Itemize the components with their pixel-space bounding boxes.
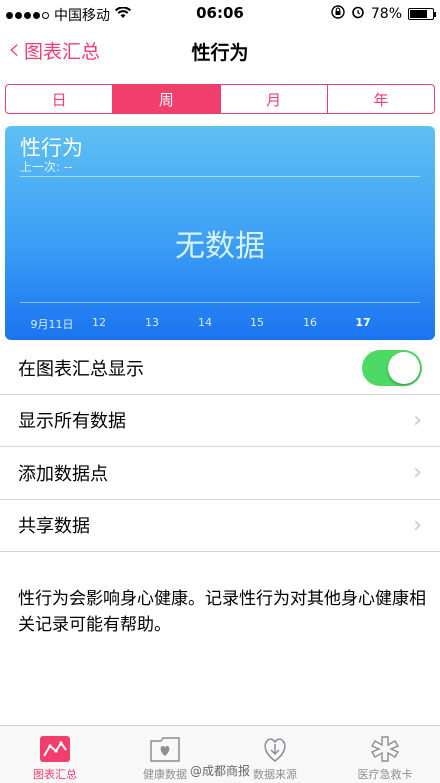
status-right: 78%: [331, 5, 436, 23]
folder-heart-icon: [149, 734, 181, 764]
orientation-lock-icon: [331, 5, 345, 23]
status-bar: 中国移动 06:06 78%: [0, 0, 440, 28]
tick-label: 9月11日: [30, 318, 74, 331]
tab-medical-id[interactable]: 医疗急救卡: [330, 726, 440, 783]
tab-dashboard[interactable]: 图表汇总: [0, 726, 110, 783]
row-label: 添加数据点: [18, 463, 108, 485]
chart-x-ticks: 9月11日 12 13 14 15 16 17: [5, 316, 435, 332]
navigation-bar: ‹ 图表汇总 性行为: [0, 28, 440, 76]
chevron-right-icon: ›: [413, 407, 422, 433]
chart-divider-top: [20, 176, 420, 177]
tab-label: 图表汇总: [33, 768, 77, 781]
toggle-knob: [388, 351, 420, 384]
row-add-data-point[interactable]: 添加数据点 ›: [0, 447, 440, 500]
tick-label: 13: [145, 316, 159, 329]
battery-percent: 78%: [370, 6, 402, 22]
tab-label: 健康数据: [143, 768, 187, 781]
tick-label: 16: [303, 316, 317, 329]
tab-label: 医疗急救卡: [357, 768, 413, 781]
chart-card[interactable]: 性行为 上一次: -- 无数据 9月11日 12 13 14 15 16 17: [5, 126, 435, 340]
tick-label: 12: [92, 316, 106, 329]
segment-year[interactable]: 年: [328, 85, 434, 113]
chart-empty-text: 无数据: [175, 229, 265, 264]
period-segmented-control: 日 周 月 年: [5, 84, 435, 114]
row-label: 显示所有数据: [18, 411, 126, 433]
chevron-right-icon: ›: [413, 460, 422, 486]
page-title: 性行为: [191, 42, 249, 64]
asterisk-medical-icon: [369, 734, 401, 764]
segment-day[interactable]: 日: [6, 85, 114, 113]
chevron-right-icon: ›: [413, 512, 422, 538]
show-in-dashboard-toggle[interactable]: [362, 349, 422, 386]
row-label: 共享数据: [18, 516, 90, 538]
row-show-in-dashboard: 在图表汇总显示: [0, 342, 440, 395]
segment-week[interactable]: 周: [113, 85, 221, 113]
watermark: @成都商报: [190, 764, 251, 778]
row-label: 在图表汇总显示: [18, 358, 144, 380]
heart-download-icon: [259, 734, 291, 764]
tick-label-current: 17: [355, 316, 371, 329]
row-show-all-data[interactable]: 显示所有数据 ›: [0, 395, 440, 447]
segment-month[interactable]: 月: [221, 85, 328, 113]
chart-subtitle: 上一次: --: [20, 160, 73, 174]
tick-label: 15: [250, 316, 264, 329]
chart-baseline: [20, 302, 420, 303]
settings-list: 在图表汇总显示 显示所有数据 › 添加数据点 › 共享数据 ›: [0, 342, 440, 552]
row-share-data[interactable]: 共享数据 ›: [0, 500, 440, 552]
description-text: 性行为会影响身心健康。记录性行为对其他身心健康相关记录可能有帮助。: [18, 589, 426, 635]
tab-label: 数据来源: [253, 768, 297, 781]
alarm-icon: [351, 5, 365, 23]
tick-label: 14: [198, 316, 212, 329]
dashboard-chart-icon: [39, 734, 71, 764]
battery-icon: [408, 8, 436, 20]
